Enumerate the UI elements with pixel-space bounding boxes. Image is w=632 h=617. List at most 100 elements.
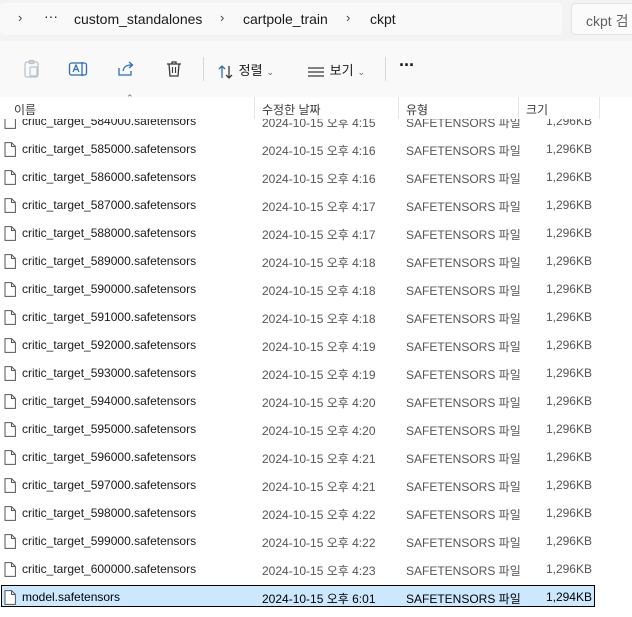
- file-icon: [4, 534, 16, 549]
- file-size: 1,296KB: [545, 478, 592, 492]
- paste-icon: [24, 59, 39, 78]
- file-name: critic_target_586000.safetensors: [22, 170, 197, 184]
- file-modified-date: 2024-10-15 오후 4:17: [262, 228, 376, 242]
- file-row[interactable]: critic_target_586000.safetensors 2024-10-…: [0, 163, 632, 191]
- command-bar: 정렬 ⌄ 보기 ⌄ ···: [0, 41, 632, 98]
- file-row[interactable]: critic_target_592000.safetensors 2024-10-…: [0, 331, 632, 359]
- column-divider[interactable]: [599, 97, 600, 119]
- column-header-name[interactable]: 이름: [14, 101, 36, 118]
- breadcrumb-item-custom-standalones[interactable]: custom_standalones: [74, 11, 202, 27]
- file-size: 1,296KB: [545, 366, 592, 380]
- file-icon: [4, 394, 16, 409]
- sort-icon: [218, 64, 233, 79]
- file-size: 1,296KB: [545, 119, 592, 128]
- breadcrumb-item-ckpt[interactable]: ckpt: [370, 11, 396, 27]
- file-type: SAFETENSORS 파일: [406, 284, 521, 298]
- file-icon: [4, 310, 16, 325]
- file-size: 1,296KB: [545, 310, 592, 324]
- file-icon: [4, 562, 16, 577]
- file-row[interactable]: critic_target_590000.safetensors 2024-10-…: [0, 275, 632, 303]
- chevron-right-icon[interactable]: ›: [220, 10, 224, 25]
- file-row[interactable]: critic_target_585000.safetensors 2024-10-…: [0, 135, 632, 163]
- sort-label: 정렬: [238, 63, 263, 78]
- file-rows: critic_target_584000.safetensors 2024-10-…: [0, 119, 632, 611]
- search-input[interactable]: ckpt 검: [571, 3, 632, 35]
- file-size: 1,296KB: [545, 394, 592, 408]
- file-icon: [4, 226, 16, 241]
- view-button[interactable]: 보기 ⌄: [306, 60, 365, 81]
- file-icon: [4, 119, 16, 129]
- file-row[interactable]: critic_target_593000.safetensors 2024-10-…: [0, 359, 632, 387]
- column-header-size[interactable]: 크기: [526, 101, 548, 118]
- column-header-modified[interactable]: 수정한 날짜: [262, 101, 321, 118]
- file-size: 1,296KB: [545, 254, 592, 268]
- file-type: SAFETENSORS 파일: [406, 340, 521, 354]
- file-row[interactable]: critic_target_594000.safetensors 2024-10-…: [0, 387, 632, 415]
- file-icon: [4, 282, 16, 297]
- file-row[interactable]: critic_target_589000.safetensors 2024-10-…: [0, 247, 632, 275]
- more-options-button[interactable]: ···: [399, 55, 415, 76]
- file-modified-date: 2024-10-15 오후 4:15: [262, 119, 376, 130]
- file-type: SAFETENSORS 파일: [406, 508, 521, 522]
- view-icon: [308, 66, 324, 77]
- file-modified-date: 2024-10-15 오후 4:18: [262, 256, 376, 270]
- file-modified-date: 2024-10-15 오후 4:21: [262, 452, 376, 466]
- file-row[interactable]: critic_target_587000.safetensors 2024-10-…: [0, 191, 632, 219]
- file-row[interactable]: critic_target_595000.safetensors 2024-10-…: [0, 415, 632, 443]
- file-icon: [4, 478, 16, 493]
- file-name: critic_target_585000.safetensors: [22, 142, 197, 156]
- breadcrumb[interactable]: › ··· custom_standalones › cartpole_trai…: [0, 3, 562, 35]
- file-modified-date: 2024-10-15 오후 4:20: [262, 424, 376, 438]
- file-name: critic_target_597000.safetensors: [22, 478, 197, 492]
- file-row[interactable]: critic_target_598000.safetensors 2024-10-…: [0, 499, 632, 527]
- file-icon: [4, 366, 16, 381]
- file-type: SAFETENSORS 파일: [406, 536, 521, 550]
- file-type: SAFETENSORS 파일: [406, 119, 521, 130]
- file-type: SAFETENSORS 파일: [406, 452, 521, 466]
- paste-button[interactable]: [22, 59, 44, 79]
- chevron-right-icon: ›: [18, 10, 23, 25]
- rename-button[interactable]: [68, 59, 90, 79]
- sort-button[interactable]: 정렬 ⌄: [217, 60, 274, 81]
- column-divider[interactable]: [518, 97, 519, 119]
- file-name: critic_target_587000.safetensors: [22, 198, 197, 212]
- column-header-type[interactable]: 유형: [406, 101, 428, 118]
- file-name: critic_target_592000.safetensors: [22, 338, 197, 352]
- file-row[interactable]: critic_target_591000.safetensors 2024-10-…: [0, 303, 632, 331]
- file-row[interactable]: critic_target_584000.safetensors 2024-10-…: [0, 119, 632, 135]
- file-row[interactable]: critic_target_599000.safetensors 2024-10-…: [0, 527, 632, 555]
- file-size: 1,296KB: [545, 450, 592, 464]
- breadcrumb-item-cartpole-train[interactable]: cartpole_train: [243, 11, 328, 27]
- chevron-right-icon[interactable]: ›: [346, 10, 350, 25]
- file-row[interactable]: critic_target_596000.safetensors 2024-10-…: [0, 443, 632, 471]
- toolbar-divider: [385, 57, 386, 81]
- file-row[interactable]: critic_target_597000.safetensors 2024-10-…: [0, 471, 632, 499]
- file-icon: [4, 422, 16, 437]
- chevron-down-icon: ⌄: [266, 67, 275, 77]
- delete-button[interactable]: [164, 59, 186, 79]
- file-icon: [4, 254, 16, 269]
- file-name: critic_target_599000.safetensors: [22, 534, 197, 548]
- file-icon: [4, 450, 16, 465]
- share-button[interactable]: [116, 59, 138, 79]
- file-name: critic_target_588000.safetensors: [22, 226, 197, 240]
- file-type: SAFETENSORS 파일: [406, 144, 521, 158]
- delete-icon: [167, 61, 181, 77]
- file-icon: [4, 506, 16, 521]
- file-type: SAFETENSORS 파일: [406, 592, 521, 606]
- file-modified-date: 2024-10-15 오후 4:20: [262, 396, 376, 410]
- column-divider[interactable]: [254, 97, 255, 119]
- file-size: 1,296KB: [545, 142, 592, 156]
- file-icon: [4, 338, 16, 353]
- column-divider[interactable]: [398, 97, 399, 119]
- file-row[interactable]: critic_target_600000.safetensors 2024-10-…: [0, 555, 632, 583]
- search-placeholder: ckpt 검: [586, 13, 629, 29]
- file-modified-date: 2024-10-15 오후 4:21: [262, 480, 376, 494]
- file-name: critic_target_589000.safetensors: [22, 254, 197, 268]
- breadcrumb-overflow[interactable]: ···: [44, 8, 58, 24]
- view-label: 보기: [329, 63, 354, 78]
- file-row[interactable]: model.safetensors 2024-10-15 오후 6:01 SAFET…: [0, 583, 632, 611]
- file-list: critic_target_584000.safetensors 2024-10-…: [0, 119, 632, 617]
- file-name: model.safetensors: [22, 590, 121, 604]
- file-row[interactable]: critic_target_588000.safetensors 2024-10-…: [0, 219, 632, 247]
